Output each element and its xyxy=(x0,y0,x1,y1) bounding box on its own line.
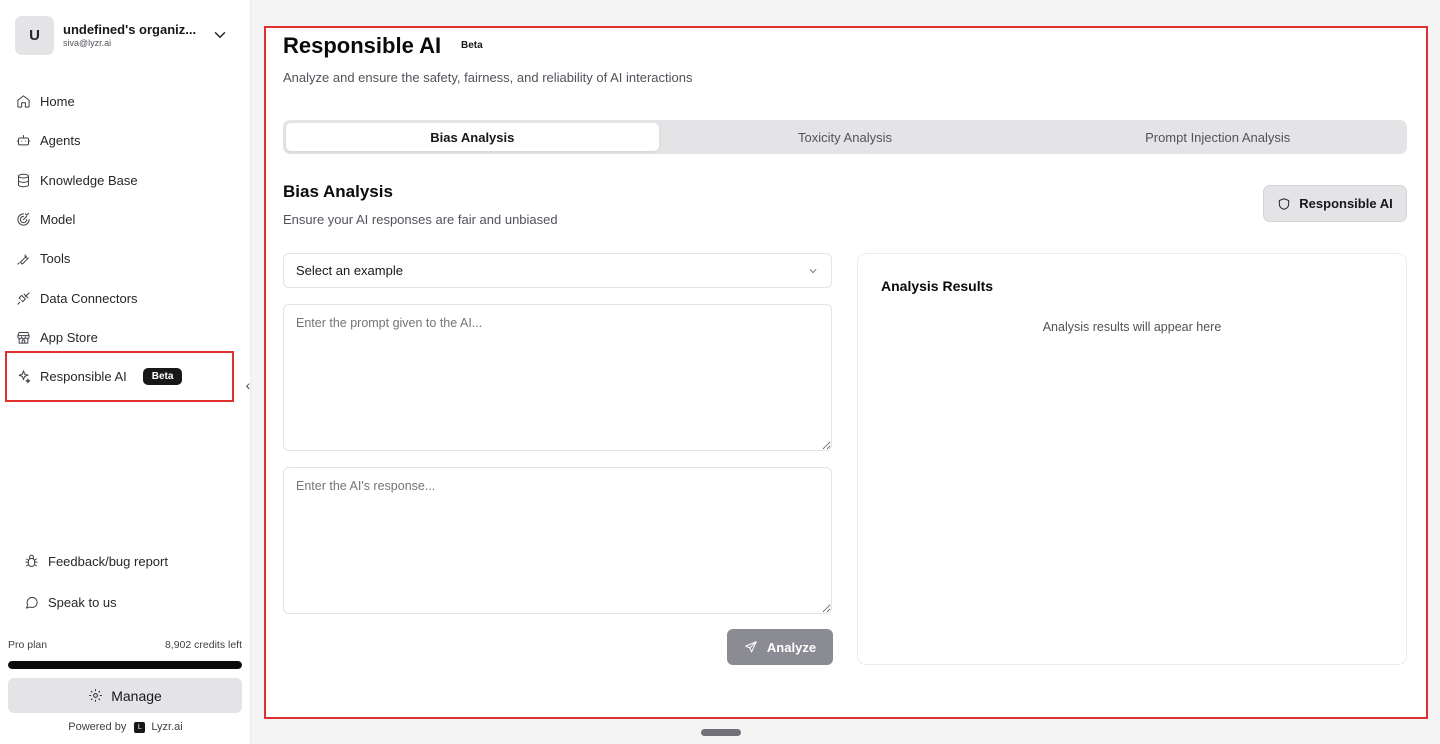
responsible-ai-button[interactable]: Responsible AI xyxy=(1263,185,1407,222)
page-subtitle: Analyze and ensure the safety, fairness,… xyxy=(283,70,693,85)
responsible-ai-button-label: Responsible AI xyxy=(1299,196,1393,211)
sidebar-item-data-connectors[interactable]: Data Connectors xyxy=(10,278,236,317)
plan-info: Pro plan 8,902 credits left xyxy=(8,639,242,651)
model-icon xyxy=(17,212,30,226)
sidebar-item-label: Data Connectors xyxy=(40,290,138,306)
tab-toxicity-analysis[interactable]: Toxicity Analysis xyxy=(659,123,1032,151)
analysis-results-panel: Analysis Results Analysis results will a… xyxy=(857,253,1407,665)
feedback-label: Feedback/bug report xyxy=(48,554,168,569)
credits-label: 8,902 credits left xyxy=(164,639,242,651)
powered-by: Powered by L Lyzr.ai xyxy=(0,721,251,733)
speak-to-us-link[interactable]: Speak to us xyxy=(24,595,117,610)
tab-prompt-injection-analysis[interactable]: Prompt Injection Analysis xyxy=(1031,123,1404,151)
shield-icon xyxy=(1279,197,1290,210)
manage-label: Manage xyxy=(111,687,162,704)
database-icon xyxy=(18,173,29,187)
tab-bias-analysis[interactable]: Bias Analysis xyxy=(286,123,659,151)
analysis-tabs: Bias Analysis Toxicity Analysis Prompt I… xyxy=(283,120,1407,154)
results-title: Analysis Results xyxy=(881,278,994,294)
title-beta-badge: Beta xyxy=(461,40,483,51)
sidebar-item-agents[interactable]: Agents xyxy=(10,121,236,160)
feedback-link[interactable]: Feedback/bug report xyxy=(24,554,168,569)
chevron-down-icon[interactable] xyxy=(211,26,229,44)
credits-progress-fill xyxy=(8,661,242,669)
avatar: U xyxy=(15,15,54,55)
sparkle-icon xyxy=(18,370,31,384)
example-select-value: Select an example xyxy=(296,263,403,278)
beta-badge: Beta xyxy=(142,368,183,386)
sidebar-item-responsible-ai[interactable]: Responsible AI Beta xyxy=(10,357,236,396)
brand-label: Lyzr.ai xyxy=(151,721,183,733)
sidebar-item-label: Responsible AI xyxy=(40,369,127,385)
powered-by-label: Powered by xyxy=(68,721,127,733)
sidebar: U undefined's organiz... siva@lyzr.ai Ho… xyxy=(0,0,251,744)
org-name: undefined's organiz... xyxy=(63,22,197,37)
gear-icon xyxy=(89,689,102,702)
page-title: Responsible AI xyxy=(283,33,442,58)
response-input[interactable] xyxy=(283,467,832,614)
sidebar-item-home[interactable]: Home xyxy=(10,82,236,121)
speak-label: Speak to us xyxy=(48,595,117,610)
manage-button[interactable]: Manage xyxy=(8,678,242,713)
example-select[interactable]: Select an example xyxy=(283,253,832,288)
send-icon xyxy=(745,641,757,653)
sidebar-item-label: Knowledge Base xyxy=(40,172,138,188)
plug-icon xyxy=(17,292,30,305)
credits-progress-bar xyxy=(8,661,242,669)
org-email: siva@lyzr.ai xyxy=(63,38,112,48)
org-switcher[interactable]: U undefined's organiz... siva@lyzr.ai xyxy=(15,15,237,55)
results-empty-text: Analysis results will appear here xyxy=(1042,320,1222,334)
sidebar-item-app-store[interactable]: App Store xyxy=(10,318,236,357)
analyze-button[interactable]: Analyze xyxy=(727,629,833,665)
org-info: undefined's organiz... siva@lyzr.ai xyxy=(63,22,203,48)
chat-bubble-icon xyxy=(26,596,38,609)
sidebar-item-label: Home xyxy=(40,94,75,110)
bug-icon xyxy=(25,554,38,567)
lyzr-logo-icon: L xyxy=(134,721,146,733)
bottom-drag-handle[interactable] xyxy=(701,729,741,736)
section-title: Bias Analysis xyxy=(283,182,393,201)
sidebar-item-tools[interactable]: Tools xyxy=(10,239,236,278)
collapse-sidebar-icon[interactable]: ‹ xyxy=(240,376,256,394)
agents-icon xyxy=(16,135,31,146)
sidebar-item-knowledge-base[interactable]: Knowledge Base xyxy=(10,161,236,200)
wrench-icon xyxy=(17,254,29,265)
plan-label: Pro plan xyxy=(8,639,48,651)
home-icon xyxy=(17,95,30,108)
sidebar-item-label: Agents xyxy=(40,133,81,149)
sidebar-nav: Home Agents Knowledge Base Model Tools D… xyxy=(10,82,236,396)
sidebar-item-label: Tools xyxy=(40,251,71,267)
sidebar-item-label: App Store xyxy=(40,329,98,345)
section-subtitle: Ensure your AI responses are fair and un… xyxy=(283,212,558,227)
sidebar-item-label: Model xyxy=(40,212,76,228)
store-icon xyxy=(17,331,30,344)
prompt-input[interactable] xyxy=(283,304,832,451)
chevron-down-icon xyxy=(809,268,817,273)
analyze-label: Analyze xyxy=(766,639,817,655)
sidebar-item-model[interactable]: Model xyxy=(10,200,236,239)
